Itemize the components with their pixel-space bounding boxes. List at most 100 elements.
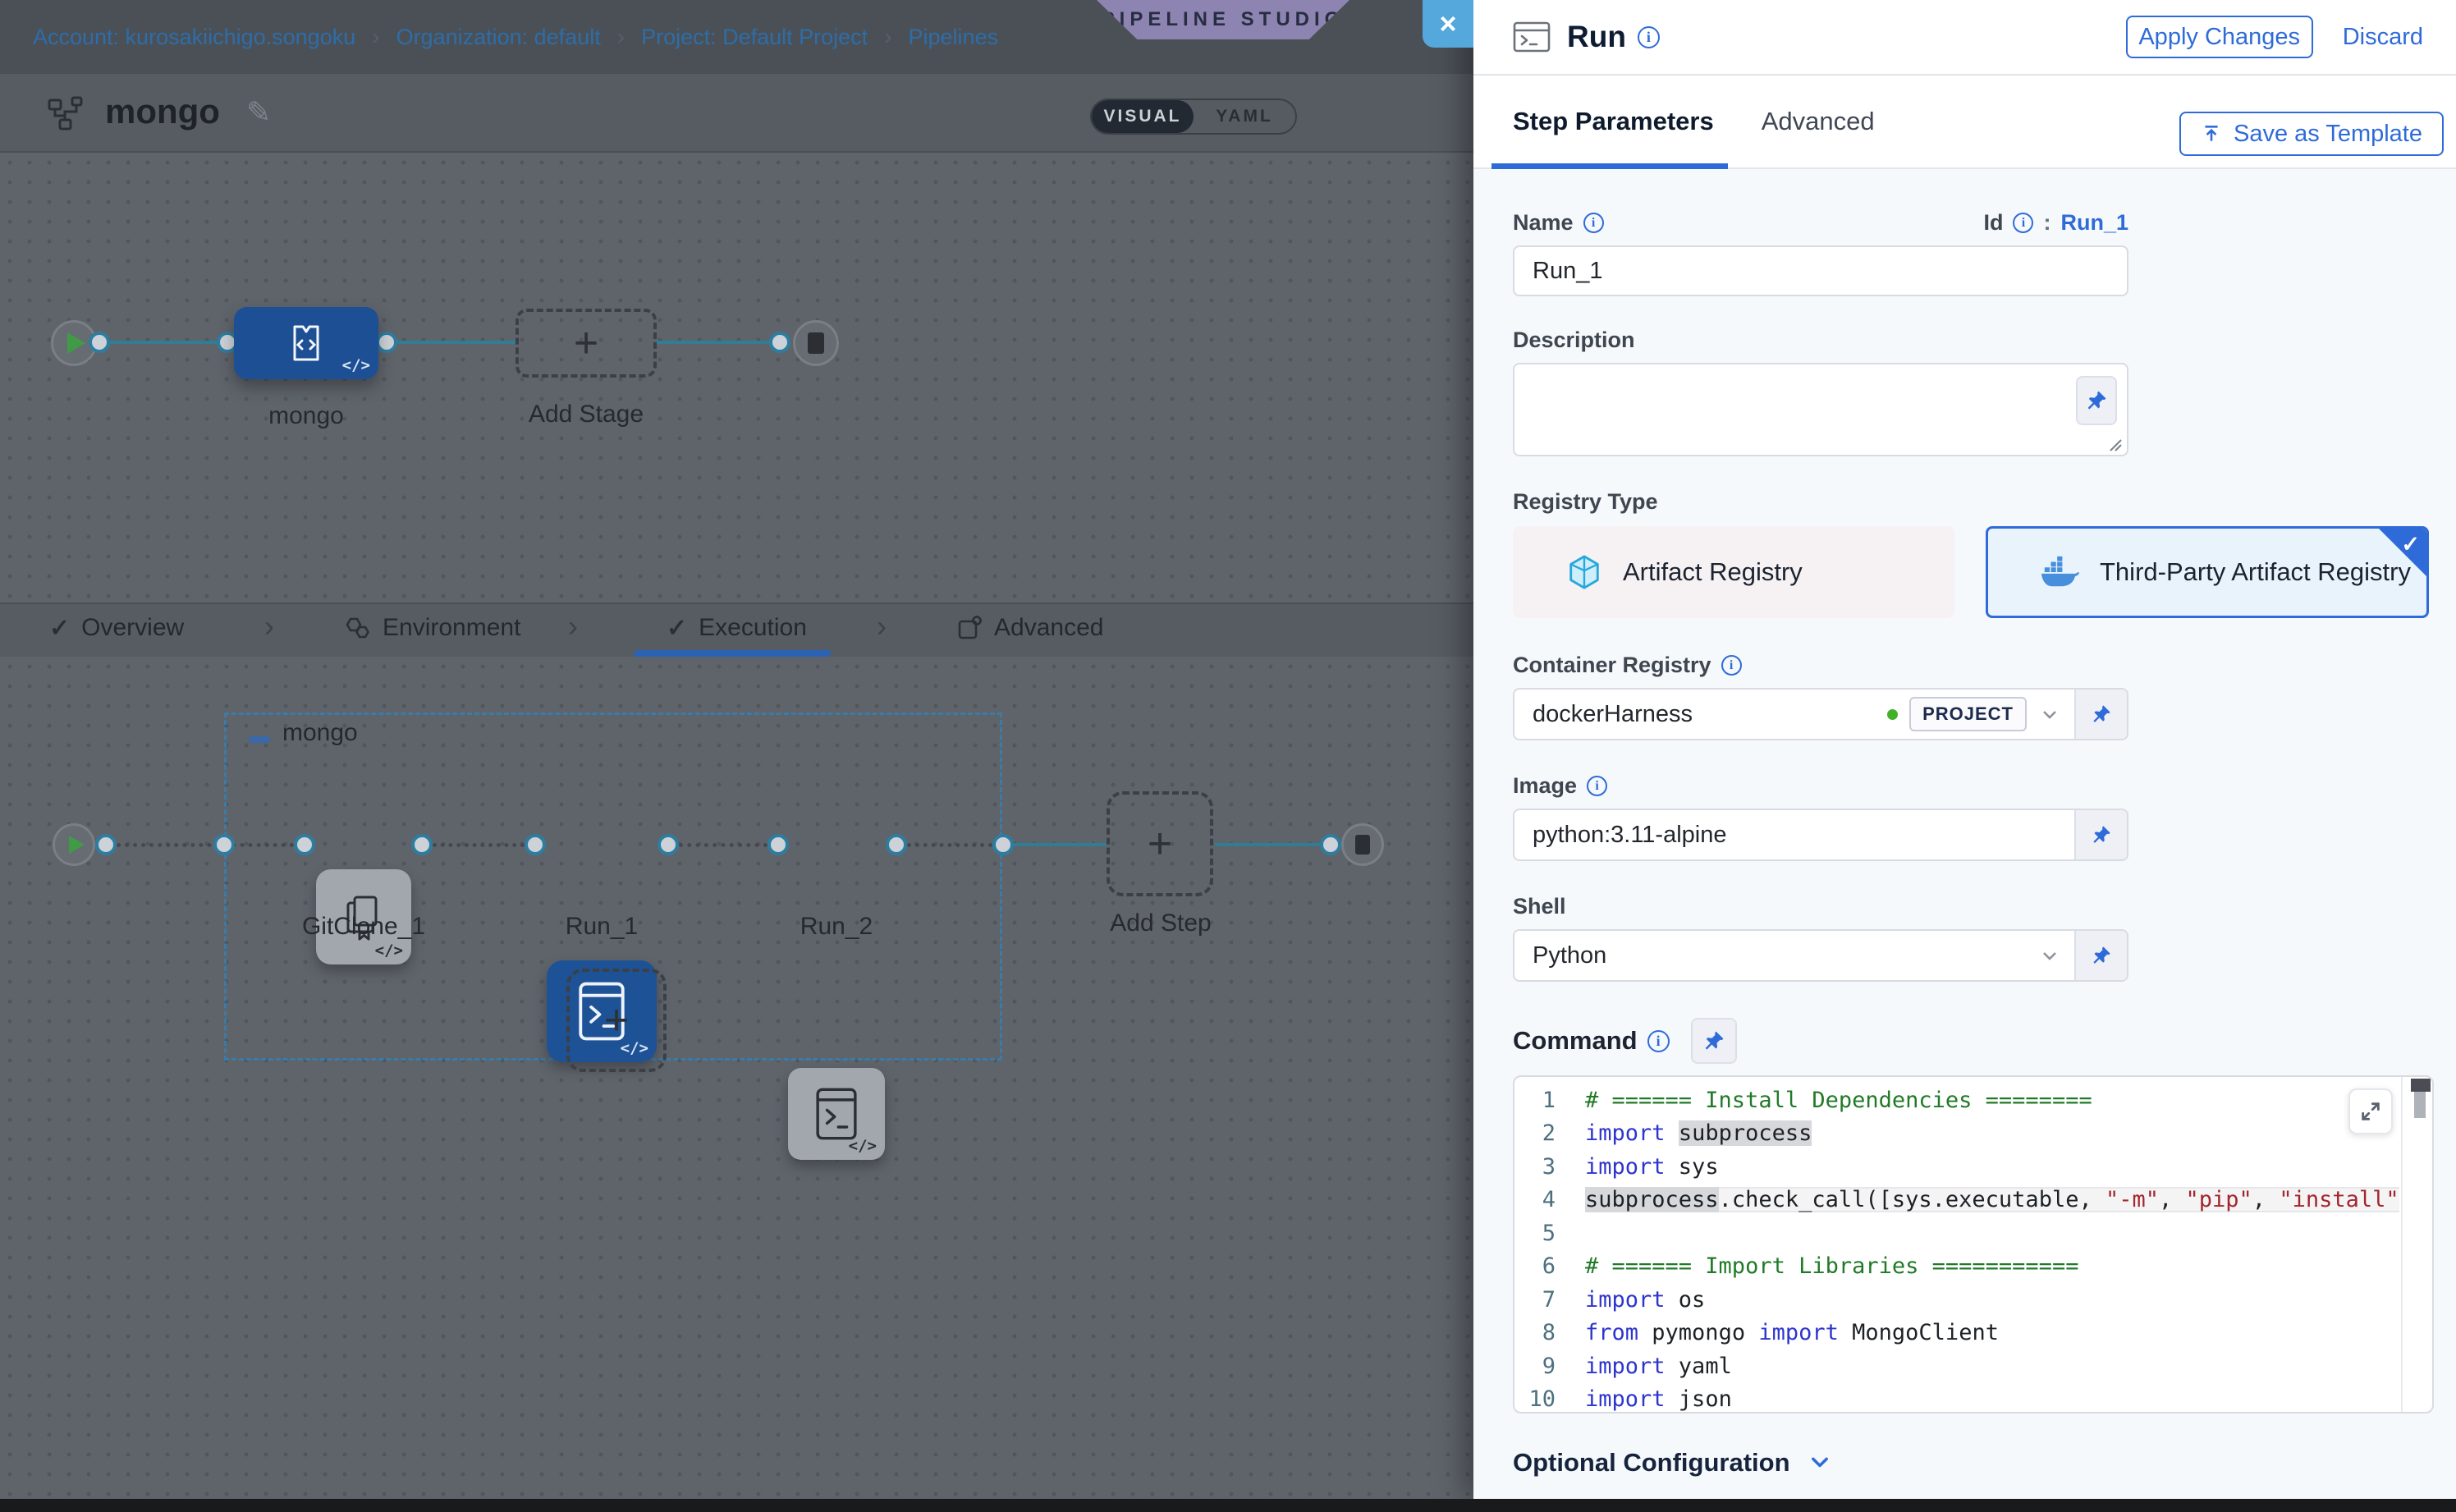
close-drawer-button[interactable]: × — [1423, 0, 1473, 48]
code-line: 7import os — [1514, 1283, 2399, 1317]
container-registry-value: dockerHarness — [1533, 701, 1693, 728]
step-label: Run_2 — [754, 913, 919, 941]
description-textarea[interactable] — [1513, 363, 2128, 456]
toggle-yaml[interactable]: YAML — [1194, 100, 1295, 133]
image-field[interactable]: python:3.11-alpine — [1513, 809, 2128, 861]
code-line: 1# ====== Install Dependencies ======== — [1514, 1084, 2399, 1117]
code-badge-icon: </> — [375, 942, 403, 960]
editor-scrollbar-thumb[interactable] — [2414, 1092, 2426, 1118]
pin-input-type-button[interactable] — [2074, 690, 2127, 739]
expand-editor-button[interactable] — [2348, 1088, 2393, 1134]
tab-step-parameters[interactable]: Step Parameters — [1513, 107, 1714, 136]
command-code-editor[interactable]: 1# ====== Install Dependencies ========2… — [1513, 1075, 2434, 1413]
pin-input-type-button[interactable] — [2074, 810, 2127, 859]
breadcrumb: Account: kurosakiichigo.songoku › Organi… — [33, 0, 998, 74]
image-value: python:3.11-alpine — [1533, 822, 1726, 849]
info-icon[interactable]: i — [1638, 26, 1660, 48]
chevron-down-icon[interactable] — [2040, 946, 2060, 965]
info-icon[interactable]: i — [1583, 213, 1604, 233]
info-icon[interactable]: i — [2013, 213, 2033, 233]
optional-configuration-toggle[interactable]: Optional Configuration — [1513, 1448, 2456, 1478]
pin-input-type-button[interactable] — [1691, 1018, 1737, 1064]
tab-environment[interactable]: Environment — [343, 604, 520, 652]
pin-input-type-button[interactable] — [2076, 376, 2117, 425]
edit-pipeline-icon[interactable]: ✎ — [246, 95, 271, 130]
registry-option-label: Artifact Registry — [1623, 557, 1803, 587]
active-tab-underline — [1491, 163, 1728, 169]
info-icon[interactable]: i — [1587, 776, 1607, 796]
chevron-right-icon: › — [264, 609, 274, 644]
code-line: 2import subprocess — [1514, 1117, 2399, 1151]
add-step-below-button[interactable]: + — [566, 969, 667, 1072]
save-as-template-button[interactable]: Save as Template — [2179, 112, 2444, 156]
visual-yaml-toggle: VISUAL YAML — [1090, 99, 1297, 135]
tab-advanced[interactable]: Advanced — [956, 604, 1103, 652]
step-label: GitClone_1 — [282, 913, 446, 941]
add-stage-button[interactable]: + — [515, 309, 657, 378]
tab-label: Advanced — [994, 614, 1103, 642]
breadcrumb-separator-icon: › — [884, 24, 891, 50]
container-registry-field[interactable]: dockerHarness PROJECT — [1513, 688, 2128, 740]
id-label: Id — [1983, 210, 2003, 236]
node-port — [769, 332, 790, 353]
add-stage-label: Add Stage — [504, 401, 668, 428]
tab-label: Overview — [81, 614, 184, 642]
stage-label: mongo — [224, 402, 388, 430]
step-node-run-2[interactable]: </> — [788, 1068, 885, 1160]
node-port — [376, 332, 397, 353]
node-port — [886, 834, 907, 855]
editor-divider — [2401, 1077, 2403, 1412]
pin-input-type-button[interactable] — [2074, 931, 2127, 980]
info-icon[interactable]: i — [1647, 1030, 1670, 1052]
id-separator: : — [2043, 210, 2050, 236]
chevron-right-icon: › — [568, 609, 578, 644]
node-port — [95, 834, 117, 855]
optional-configuration-label: Optional Configuration — [1513, 1448, 1790, 1478]
panel-title: Run — [1567, 20, 1626, 54]
node-port — [213, 834, 235, 855]
hexagons-icon — [343, 616, 371, 640]
resize-handle-icon[interactable] — [2107, 437, 2122, 451]
upload-icon — [2201, 123, 2222, 144]
editor-scrollbar-dark[interactable] — [2411, 1079, 2431, 1092]
chevron-down-icon[interactable] — [2040, 704, 2060, 724]
breadcrumb-project[interactable]: Project: Default Project — [641, 25, 868, 50]
stop-icon — [1355, 835, 1370, 855]
node-port — [768, 834, 789, 855]
node-port — [89, 332, 110, 353]
step-parameters-form: Name i Id i : Run_1 Description — [1473, 169, 2456, 1499]
add-step-button[interactable]: + — [1107, 791, 1213, 896]
collapse-group-icon[interactable] — [249, 736, 270, 743]
apply-changes-button[interactable]: Apply Changes — [2126, 16, 2313, 58]
shell-label: Shell — [1513, 894, 2456, 919]
connectivity-dot — [1887, 709, 1898, 720]
registry-type-label: Registry Type — [1513, 489, 2456, 515]
image-label-row: Image i — [1513, 773, 2456, 799]
tab-execution[interactable]: ✓ Execution — [667, 604, 807, 652]
info-icon[interactable]: i — [1721, 655, 1742, 676]
dotted-connector — [117, 843, 294, 847]
registry-option-artifact[interactable]: Artifact Registry — [1513, 526, 1954, 618]
step-group-label: mongo — [282, 719, 358, 747]
container-registry-label: Container Registry — [1513, 653, 1711, 678]
name-input[interactable] — [1513, 245, 2128, 296]
tab-overview[interactable]: ✓ Overview — [49, 604, 184, 652]
toggle-visual[interactable]: VISUAL — [1092, 100, 1194, 133]
stage-node-mongo[interactable]: </> — [234, 307, 378, 379]
docker-icon — [2041, 556, 2080, 589]
chevron-right-icon: › — [877, 609, 887, 644]
pipeline-title: mongo — [105, 92, 220, 131]
breadcrumb-organization[interactable]: Organization: default — [396, 25, 601, 50]
discard-button[interactable]: Discard — [2343, 24, 2423, 51]
breadcrumb-account[interactable]: Account: kurosakiichigo.songoku — [33, 25, 355, 50]
code-line: 6# ====== Import Libraries =========== — [1514, 1250, 2399, 1284]
container-registry-label-row: Container Registry i — [1513, 653, 2456, 678]
tab-advanced-panel[interactable]: Advanced — [1762, 107, 1875, 136]
registry-option-third-party[interactable]: Third-Party Artifact Registry ✓ — [1986, 526, 2429, 618]
shell-select[interactable]: Python — [1513, 929, 2128, 982]
dotted-connector — [679, 843, 768, 847]
code-line: 4subprocess.check_call([sys.executable, … — [1514, 1184, 2399, 1217]
chevron-down-icon — [1808, 1451, 1831, 1474]
breadcrumb-pipelines[interactable]: Pipelines — [909, 25, 999, 50]
play-icon — [69, 836, 85, 854]
